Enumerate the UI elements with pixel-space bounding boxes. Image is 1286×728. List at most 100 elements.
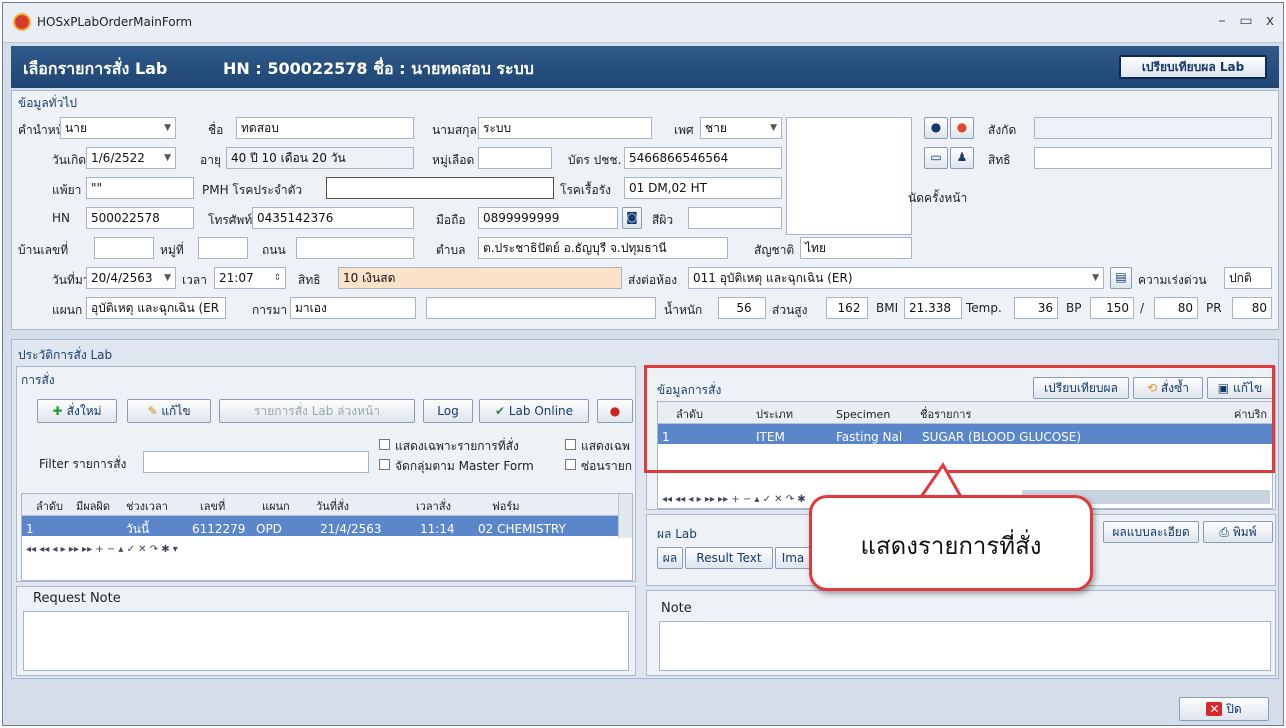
minimize-button[interactable]: – <box>1211 13 1233 29</box>
house-field[interactable] <box>94 237 154 259</box>
print-button[interactable]: ⎙ พิมพ์ <box>1203 521 1273 543</box>
general-info-panel: ข้อมูลทั่วไป คำนำหน้า นาย ▼ ชื่อ ทดสอบ นา… <box>11 90 1279 330</box>
prefix-select[interactable]: นาย ▼ <box>60 117 176 139</box>
bp-label: BP <box>1066 301 1082 315</box>
right-field[interactable] <box>1034 147 1272 169</box>
bp-diastolic-field[interactable]: 80 <box>1154 297 1198 319</box>
only-ordered-checkbox[interactable] <box>379 439 390 450</box>
bp-systolic-field[interactable]: 150 <box>1090 297 1134 319</box>
history-section-title: ประวัติการสั่ง Lab <box>18 348 113 362</box>
print-label: พิมพ์ <box>1232 525 1257 539</box>
order-grid-header: ลำดับ มีผลผิด ช่วงเวลา เลขที่ แผนก วันที… <box>22 494 618 516</box>
group-master-checkbox[interactable] <box>379 459 390 470</box>
order-section-title: การสั่ง <box>21 373 55 387</box>
col-abnormal: มีผลผิด <box>76 500 111 513</box>
phone-field[interactable]: 0435142376 <box>252 207 414 229</box>
user-icon[interactable]: ♟ <box>950 147 974 169</box>
tab-result[interactable]: ผล <box>657 547 683 569</box>
sex-label: เพศ <box>674 123 694 137</box>
pmh-field[interactable] <box>326 177 554 199</box>
weight-label: น้ำหนัก <box>664 303 703 317</box>
department-field[interactable]: อุบัติเหตุ และฉุกเฉิน (ER <box>86 297 226 319</box>
visit-date-field[interactable]: 20/4/2563 ▼ <box>86 267 176 289</box>
log-button[interactable]: Log <box>423 399 473 423</box>
maximize-button[interactable]: ▭ <box>1235 13 1257 29</box>
chronic-field[interactable]: 01 DM,02 HT <box>624 177 782 199</box>
cid-field[interactable]: 5466866546564 <box>624 147 782 169</box>
hide-partial-label: ซ่อนรายก <box>581 459 633 473</box>
detail-result-button[interactable]: ผลแบบละเอียด <box>1103 521 1199 543</box>
table-row[interactable]: 1 วันนี้ 6112279 OPD 21/4/2563 11:14 02 … <box>22 516 618 536</box>
request-note-input[interactable] <box>23 611 629 671</box>
check-icon: ✔ <box>494 404 509 418</box>
arrive-detail-field[interactable] <box>426 297 656 319</box>
note-panel: Note <box>646 590 1276 676</box>
close-button[interactable]: ✕ ปิด <box>1179 697 1269 721</box>
urgency-field[interactable]: ปกติ <box>1224 267 1272 289</box>
visit-right-field[interactable]: 10 เงินสด <box>338 267 622 289</box>
height-field[interactable]: 162 <box>826 297 868 319</box>
dob-value: 1/6/2522 <box>91 151 145 165</box>
chevron-down-icon: ▼ <box>770 123 777 133</box>
patient-header: เลือกรายการสั่ง Lab HN : 500022578 ชื่อ … <box>11 46 1279 88</box>
blood-field[interactable] <box>478 147 552 169</box>
allergy-field[interactable]: "" <box>86 177 194 199</box>
road-label: ถนน <box>262 243 286 257</box>
col-period: ช่วงเวลา <box>126 500 168 513</box>
tab-image[interactable]: Ima <box>775 547 811 569</box>
surname-field[interactable]: ระบบ <box>478 117 652 139</box>
affiliation-field[interactable] <box>1034 117 1272 139</box>
visit-date-label: วันที่มา <box>52 273 90 287</box>
arrive-field[interactable]: มาเอง <box>290 297 416 319</box>
skin-field[interactable] <box>688 207 782 229</box>
right-label: สิทธิ <box>988 153 1011 167</box>
order-grid-scrollbar[interactable] <box>618 494 632 538</box>
moo-field[interactable] <box>198 237 248 259</box>
pr-field[interactable]: 80 <box>1232 297 1272 319</box>
nation-field[interactable]: ไทย <box>800 237 912 259</box>
alert-icon[interactable]: ● <box>950 117 974 139</box>
phone-icon[interactable]: ◙ <box>622 207 642 229</box>
skin-label: สีผิว <box>652 213 674 227</box>
dob-field[interactable]: 1/6/2522 ▼ <box>86 147 176 169</box>
send-room-select[interactable]: 011 อุบัติเหตุ และฉุกเฉิน (ER) ▼ <box>688 267 1104 289</box>
hn-field[interactable]: 500022578 <box>86 207 194 229</box>
tab-result-text[interactable]: Result Text <box>685 547 773 569</box>
hide-partial-checkbox[interactable] <box>565 459 576 470</box>
time-field[interactable]: 21:07 ⇕ <box>214 267 286 289</box>
nation-label: สัญชาติ <box>754 243 795 257</box>
close-window-button[interactable]: x <box>1259 13 1281 29</box>
preorder-button[interactable]: รายการสั่ง Lab ล่วงหน้า <box>219 399 415 423</box>
road-field[interactable] <box>296 237 414 259</box>
person-icon[interactable]: ● <box>924 117 948 139</box>
chevron-down-icon: ▼ <box>1092 273 1099 283</box>
col-date: วันที่สั่ง <box>316 500 350 513</box>
sex-select[interactable]: ชาย ▼ <box>700 117 782 139</box>
cancel-icon[interactable]: ● <box>597 399 633 423</box>
order-grid-navigator[interactable]: ◂◂ ◂◂ ◂ ▸ ▸▸ ▸▸ + − ▴ ✓ ✕ ↷ ✱ ▾ <box>26 540 366 556</box>
bp-slash: / <box>1140 301 1145 315</box>
calendar-icon[interactable]: ▤ <box>1110 267 1132 289</box>
mobile-field[interactable]: 0899999999 <box>478 207 618 229</box>
new-order-label: สั่งใหม่ <box>66 404 102 418</box>
name-field[interactable]: ทดสอบ <box>236 117 414 139</box>
visit-date-value: 20/4/2563 <box>91 271 153 285</box>
lab-online-button[interactable]: ✔ Lab Online <box>479 399 589 423</box>
temp-field[interactable]: 36 <box>1014 297 1058 319</box>
new-order-button[interactable]: ✚ สั่งใหม่ <box>37 399 117 423</box>
age-field: 40 ปี 10 เดือน 20 วัน <box>226 147 414 169</box>
edit-order-button[interactable]: ✎ แก้ไข <box>127 399 211 423</box>
patient-info: HN : 500022578 ชื่อ : นายทดสอบ ระบบ <box>223 59 534 78</box>
chevron-down-icon: ▼ <box>164 273 171 283</box>
compare-lab-button[interactable]: เปรียบเทียบผล Lab <box>1119 55 1267 79</box>
allergy-label: แพ้ยา <box>52 183 82 197</box>
filter-input[interactable] <box>143 451 369 473</box>
chevron-down-icon: ▼ <box>164 153 171 163</box>
note-input[interactable] <box>659 621 1271 671</box>
age-label: อายุ <box>200 153 221 167</box>
card-icon[interactable]: ▭ <box>924 147 948 169</box>
col-form: ฟอร์ม <box>492 500 520 513</box>
tambon-field[interactable]: ต.ประชาธิปัตย์ อ.ธัญบุรี จ.ปทุมธานี <box>478 237 728 259</box>
show-partial-checkbox[interactable] <box>565 439 576 450</box>
weight-field[interactable]: 56 <box>718 297 766 319</box>
